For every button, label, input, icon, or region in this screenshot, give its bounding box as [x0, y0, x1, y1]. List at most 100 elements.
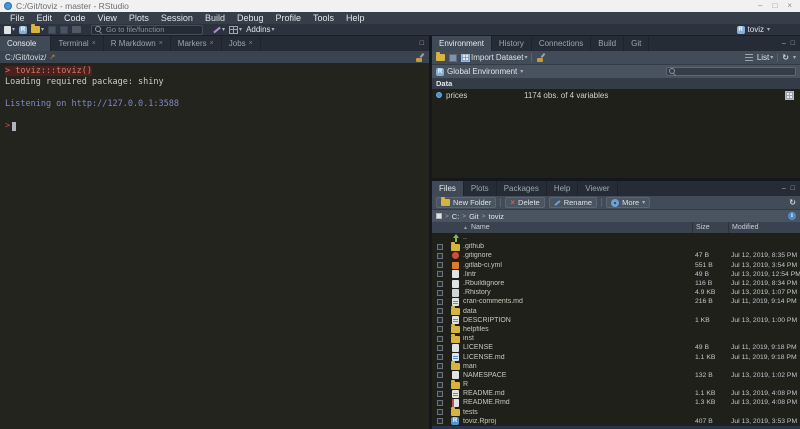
file-checkbox[interactable] [437, 391, 443, 397]
file-name[interactable]: NAMESPACE [463, 372, 506, 379]
file-name[interactable]: LICENSE.md [463, 354, 505, 361]
file-row[interactable]: helpfiles [432, 325, 800, 334]
menu-item[interactable]: Code [58, 12, 92, 24]
files-tab[interactable]: Packages [497, 181, 547, 196]
files-tab[interactable]: Plots [464, 181, 497, 196]
menu-item[interactable]: Build [199, 12, 231, 24]
file-name[interactable]: .. [463, 234, 467, 241]
list-mode-button[interactable]: List ▾ [757, 53, 773, 62]
file-checkbox[interactable] [437, 336, 443, 342]
new-folder-button[interactable]: New Folder [436, 197, 496, 208]
maximize-pane-icon[interactable]: □ [420, 40, 424, 47]
file-checkbox[interactable] [437, 244, 443, 250]
file-checkbox[interactable] [437, 281, 443, 287]
column-size[interactable]: Size [692, 222, 728, 233]
menu-item[interactable]: Plots [123, 12, 155, 24]
file-name[interactable]: helpfiles [463, 326, 489, 333]
environment-scope[interactable]: Global Environment [447, 67, 517, 76]
import-dataset-button[interactable]: Import Dataset ▾ [461, 53, 527, 62]
menu-item[interactable]: View [92, 12, 123, 24]
close-tab-icon[interactable]: × [92, 40, 96, 47]
file-name[interactable]: DESCRIPTION [463, 317, 511, 324]
save-workspace-icon[interactable] [449, 54, 457, 62]
load-workspace-icon[interactable] [436, 54, 445, 61]
info-icon[interactable] [788, 212, 796, 220]
file-checkbox[interactable] [437, 253, 443, 259]
console-output[interactable]: > toviz:::toviz() Loading required packa… [0, 63, 429, 429]
environment-search-input[interactable] [666, 67, 796, 76]
file-checkbox[interactable] [437, 317, 443, 323]
file-checkbox[interactable] [437, 290, 443, 296]
file-name[interactable]: cran-comments.md [463, 298, 523, 305]
menu-item[interactable]: Help [340, 12, 371, 24]
file-row[interactable]: cran-comments.md 216 B Jul 11, 2019, 9:1… [432, 297, 800, 306]
file-checkbox[interactable] [437, 345, 443, 351]
clear-environment-icon[interactable] [536, 53, 545, 62]
file-name[interactable]: inst [463, 335, 474, 342]
file-row[interactable]: .. [432, 233, 800, 242]
file-checkbox[interactable] [437, 363, 443, 369]
file-checkbox[interactable] [437, 271, 443, 277]
file-row[interactable]: .lintr 49 B Jul 13, 2019, 12:54 PM [432, 270, 800, 279]
close-tab-icon[interactable]: × [210, 40, 214, 47]
file-name[interactable]: data [463, 308, 477, 315]
minimize-window-icon[interactable]: – [758, 0, 762, 12]
files-tab[interactable]: Files [432, 181, 464, 196]
menu-item[interactable]: Session [155, 12, 199, 24]
goto-directory-icon[interactable]: ↗ [49, 53, 55, 61]
file-checkbox[interactable] [437, 308, 443, 314]
file-row[interactable]: data [432, 307, 800, 316]
file-checkbox[interactable] [437, 400, 443, 406]
console-tab[interactable]: Jobs × [222, 36, 261, 51]
environment-tab[interactable]: Build [591, 36, 624, 51]
console-tab[interactable]: Terminal × [51, 36, 103, 51]
file-name[interactable]: man [463, 363, 477, 370]
menu-item[interactable]: File [4, 12, 31, 24]
file-name[interactable]: LICENSE [463, 344, 493, 351]
refresh-icon[interactable]: ↻ [789, 199, 796, 207]
file-row[interactable]: LICENSE 49 B Jul 11, 2019, 9:18 PM [432, 343, 800, 352]
file-row[interactable]: man [432, 362, 800, 371]
console-tab[interactable]: Markers × [171, 36, 222, 51]
file-row[interactable]: inst [432, 334, 800, 343]
delete-button[interactable]: × Delete [505, 197, 544, 208]
breadcrumb-item[interactable]: Git [469, 212, 479, 221]
close-window-icon[interactable]: × [787, 0, 792, 12]
menu-item[interactable]: Profile [270, 12, 308, 24]
file-name[interactable]: .github [463, 243, 484, 250]
file-checkbox[interactable] [437, 262, 443, 268]
files-tab[interactable]: Help [547, 181, 578, 196]
file-name[interactable]: toviz.Rproj [463, 418, 496, 425]
file-checkbox[interactable] [437, 326, 443, 332]
file-row[interactable]: R [432, 380, 800, 389]
file-checkbox[interactable] [437, 299, 443, 305]
view-data-icon[interactable] [785, 91, 794, 100]
more-button[interactable]: More ▾ [606, 197, 650, 208]
environment-tab[interactable]: History [492, 36, 532, 51]
environment-tab[interactable]: Connections [532, 36, 591, 51]
file-row[interactable]: tests [432, 408, 800, 417]
menu-item[interactable]: Edit [31, 12, 59, 24]
breadcrumb-item[interactable]: C: [452, 212, 460, 221]
file-checkbox[interactable] [437, 354, 443, 360]
file-name[interactable]: README.Rmd [463, 399, 510, 406]
file-row[interactable]: DESCRIPTION 1 KB Jul 13, 2019, 1:00 PM [432, 316, 800, 325]
file-checkbox[interactable] [437, 409, 443, 415]
file-row[interactable]: .Rhistory 4.9 KB Jul 13, 2019, 1:07 PM [432, 288, 800, 297]
file-row[interactable]: README.md 1.1 KB Jul 13, 2019, 4:08 PM [432, 389, 800, 398]
goto-file-input[interactable]: Go to file/function [91, 25, 203, 35]
files-tab[interactable]: Viewer [578, 181, 617, 196]
maximize-pane-icon[interactable]: □ [791, 40, 795, 47]
maximize-window-icon[interactable]: □ [772, 0, 777, 12]
environment-tab[interactable]: Environment [432, 36, 492, 51]
console-tab[interactable]: Console × [0, 36, 51, 51]
file-row[interactable]: LICENSE.md 1.1 KB Jul 11, 2019, 9:18 PM [432, 352, 800, 361]
file-row[interactable]: .Rbuildignore 116 B Jul 12, 2019, 8:34 P… [432, 279, 800, 288]
file-row[interactable]: toviz.Rproj 407 B Jul 13, 2019, 3:53 PM [432, 417, 800, 426]
file-name[interactable]: .Rhistory [463, 289, 491, 296]
console-prompt[interactable]: > [5, 121, 424, 132]
file-row[interactable]: .gitignore 47 B Jul 12, 2019, 8:35 PM [432, 251, 800, 260]
rename-button[interactable]: Rename [549, 197, 597, 208]
column-modified[interactable]: Modified [728, 222, 800, 233]
project-selector[interactable]: toviz ▾ [737, 25, 796, 34]
